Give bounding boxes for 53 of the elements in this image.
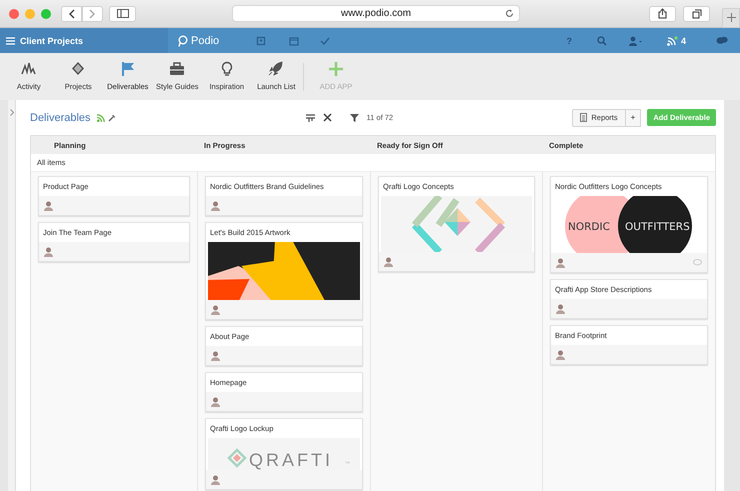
- zoom-window-button[interactable]: [41, 8, 51, 18]
- report-icon: [580, 113, 588, 122]
- address-bar[interactable]: www.podio.com: [232, 5, 520, 22]
- notifications-icon[interactable]: [666, 36, 678, 46]
- close-window-button[interactable]: [9, 8, 19, 18]
- add-report-button[interactable]: +: [626, 108, 642, 126]
- avatar-icon: [384, 256, 393, 266]
- share-icon: [658, 8, 667, 19]
- avatar-icon: [211, 396, 220, 406]
- app-icon: [20, 61, 37, 77]
- chat-icon[interactable]: [716, 36, 728, 45]
- app-title[interactable]: Deliverables: [30, 112, 91, 124]
- avatar-icon: [44, 246, 53, 256]
- plus-icon: [328, 61, 344, 77]
- sidebar-toggle-button[interactable]: [109, 6, 136, 22]
- wordmark-text: OUTFITTERS: [625, 221, 690, 233]
- comment-icon[interactable]: [693, 259, 702, 266]
- user-menu-icon[interactable]: [628, 36, 643, 46]
- app-icon: [268, 61, 284, 77]
- minimize-window-button[interactable]: [25, 8, 35, 18]
- app-icon: [169, 61, 186, 77]
- avatar-icon: [211, 350, 220, 360]
- plus-icon: [726, 13, 736, 22]
- expand-sidebar-icon[interactable]: [10, 109, 14, 116]
- menu-icon[interactable]: [6, 36, 15, 44]
- reload-icon[interactable]: [505, 9, 514, 18]
- avatar-icon: [556, 350, 565, 360]
- share-button[interactable]: [649, 6, 676, 22]
- avatar-icon: [211, 304, 220, 314]
- chevron-left-icon: [68, 8, 75, 18]
- sidebar-icon: [116, 9, 128, 18]
- avatar-icon: [556, 304, 565, 314]
- calendar-icon[interactable]: [289, 36, 300, 46]
- wordmark-text: QRAFTI: [249, 450, 333, 470]
- layout-icon[interactable]: [306, 114, 315, 122]
- filter-icon[interactable]: [350, 113, 359, 122]
- tabs-button[interactable]: [683, 6, 710, 22]
- wrench-icon[interactable]: [108, 114, 116, 122]
- new-tab-button[interactable]: [722, 8, 740, 28]
- search-icon[interactable]: [596, 36, 607, 46]
- avatar-icon: [44, 200, 53, 210]
- chevron-right-icon: [89, 8, 96, 18]
- back-button[interactable]: [61, 6, 82, 22]
- workspace-name[interactable]: Client Projects: [20, 36, 84, 46]
- avatar-icon: [211, 200, 220, 210]
- avatar-icon: [211, 474, 220, 484]
- tabs-icon: [692, 8, 702, 18]
- wordmark-text: NORDIC: [568, 221, 610, 233]
- checkmark-icon[interactable]: [320, 36, 330, 46]
- app-icon: [120, 61, 136, 77]
- app-icon: [70, 61, 86, 77]
- url-text: www.podio.com: [340, 8, 412, 19]
- avatar-icon: [556, 258, 565, 268]
